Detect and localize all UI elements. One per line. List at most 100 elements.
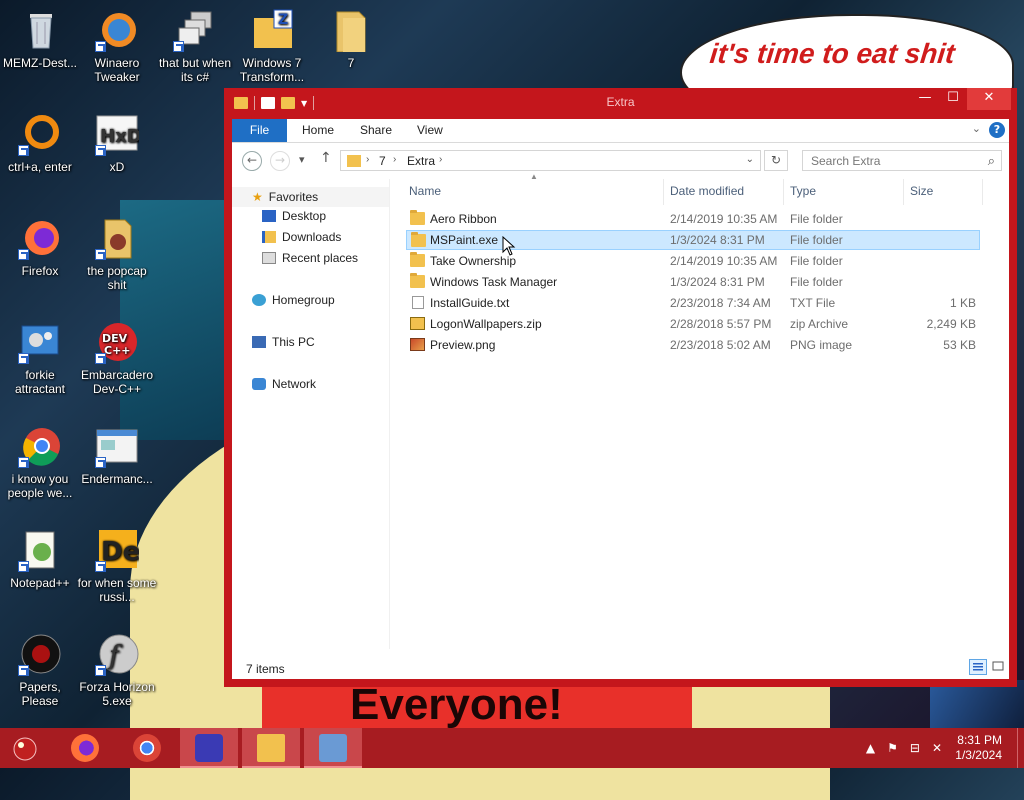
taskbar-settings[interactable] xyxy=(180,728,238,768)
window-title: Extra xyxy=(606,95,635,109)
show-desktop-button[interactable] xyxy=(1017,728,1024,768)
details-view-button[interactable] xyxy=(969,659,987,675)
desktop-icon[interactable]: MEMZ-Dest... xyxy=(0,8,80,70)
show-hidden-icons-icon[interactable]: ▲ xyxy=(866,741,875,755)
chevron-down-icon[interactable]: ⌄ xyxy=(746,154,754,165)
desktop-icon[interactable]: that but when its c# xyxy=(155,8,235,84)
column-divider[interactable] xyxy=(982,179,983,205)
desktop-icon[interactable]: f Forza Horizon 5.exe xyxy=(77,632,157,708)
folder-icon xyxy=(410,210,425,225)
breadcrumb-item[interactable]: 7 xyxy=(379,154,386,168)
column-divider[interactable] xyxy=(903,179,904,205)
large-icons-view-button[interactable] xyxy=(990,659,1008,675)
column-header-date[interactable]: Date modified xyxy=(670,184,744,198)
nav-item-recent-places[interactable]: Recent places xyxy=(262,251,358,265)
desktop-icon[interactable]: forkie attractant xyxy=(0,320,80,396)
orange-ring-icon xyxy=(18,112,62,156)
column-header-size[interactable]: Size xyxy=(910,184,933,198)
refresh-button[interactable]: ↻ xyxy=(764,150,788,171)
tab-home[interactable]: Home xyxy=(302,119,334,142)
network-icon[interactable]: ⊟ xyxy=(910,741,920,755)
desktop-icon[interactable]: the popcap shit xyxy=(77,216,157,292)
desktop-icon[interactable]: De for when some russi... xyxy=(77,528,157,604)
breadcrumb-item[interactable]: Extra xyxy=(407,154,435,168)
nav-item-network[interactable]: Network xyxy=(252,377,316,391)
file-name: InstallGuide.txt xyxy=(430,296,510,310)
nav-item-homegroup[interactable]: Homegroup xyxy=(252,293,335,307)
notepadpp-icon xyxy=(18,528,62,572)
volume-muted-icon[interactable]: ✕ xyxy=(932,741,942,755)
help-icon[interactable]: ? xyxy=(989,122,1005,138)
desktop-icon[interactable]: DEV C++ Embarcadero Dev-C++ xyxy=(77,320,157,396)
desktop-icon[interactable]: HxD xD xyxy=(77,112,157,174)
chevron-down-icon[interactable]: ⌄ xyxy=(972,122,981,135)
desktop-icon[interactable]: Firefox xyxy=(0,216,80,278)
start-button[interactable] xyxy=(0,728,52,768)
column-header-type[interactable]: Type xyxy=(790,184,816,198)
desktop-icon[interactable]: Winaero Tweaker xyxy=(77,8,157,84)
breadcrumb-arrow[interactable]: › xyxy=(393,154,396,165)
search-input[interactable]: Search Extra ⌕ xyxy=(802,150,1002,171)
desktop-icon[interactable]: Z Windows 7 Transform... xyxy=(232,8,312,84)
taskbar-chrome[interactable] xyxy=(118,728,176,768)
content-area: ★ Favorites Desktop Downloads Recent pla… xyxy=(232,172,1009,679)
file-row[interactable]: Preview.png 2/23/2018 5:02 AM PNG image … xyxy=(406,335,980,355)
up-button[interactable]: ↑ xyxy=(320,150,332,166)
file-row[interactable]: InstallGuide.txt 2/23/2018 7:34 AM TXT F… xyxy=(406,293,980,313)
file-date: 2/23/2018 7:34 AM xyxy=(670,296,771,310)
column-divider[interactable] xyxy=(663,179,664,205)
breadcrumb-arrow[interactable]: › xyxy=(366,154,369,165)
window-app-icon xyxy=(95,424,139,468)
desktop-icon[interactable]: ctrl+a, enter xyxy=(0,112,80,174)
taskbar-file-explorer[interactable] xyxy=(242,728,300,768)
title-bar[interactable]: ▼ Extra — ☐ ✕ xyxy=(224,88,1017,118)
tab-file[interactable]: File xyxy=(232,119,287,142)
nav-item-downloads[interactable]: Downloads xyxy=(262,230,341,244)
breadcrumb-arrow[interactable]: › xyxy=(439,154,442,165)
file-row[interactable]: MSPaint.exe 1/3/2024 8:31 PM File folder xyxy=(406,230,980,250)
back-button[interactable]: ← xyxy=(242,151,262,171)
column-header-name[interactable]: Name xyxy=(409,184,441,198)
desktop-icon[interactable]: Notepad++ xyxy=(0,528,80,590)
forward-button[interactable]: → xyxy=(270,151,290,171)
desktop-icon[interactable]: Endermanc... xyxy=(77,424,157,486)
taskbar-control-panel[interactable] xyxy=(304,728,362,768)
system-clock[interactable]: 8:31 PM 1/3/2024 xyxy=(955,733,1002,763)
desktop-icon[interactable]: 7 xyxy=(311,8,391,70)
recent-locations-button[interactable]: ▾ xyxy=(299,153,305,166)
tab-share[interactable]: Share xyxy=(360,119,392,142)
desktop-icon[interactable]: i know you people we... xyxy=(0,424,80,500)
desktop-icon-label: 7 xyxy=(347,56,355,70)
file-size: 2,249 KB xyxy=(926,317,976,331)
network-icon xyxy=(252,378,266,390)
nav-item-favorites[interactable]: ★ Favorites xyxy=(232,187,389,207)
close-button[interactable]: ✕ xyxy=(967,88,1011,110)
file-row[interactable]: Aero Ribbon 2/14/2019 10:35 AM File fold… xyxy=(406,209,980,229)
folder-icon xyxy=(347,155,361,167)
file-row[interactable]: Take Ownership 2/14/2019 10:35 AM File f… xyxy=(406,251,980,271)
svg-text:Z: Z xyxy=(278,12,288,28)
file-type: TXT File xyxy=(790,296,836,310)
nav-item-this-pc[interactable]: This PC xyxy=(252,335,315,349)
taskbar-firefox[interactable] xyxy=(56,728,114,768)
desktop-icon-label: i know you people we... xyxy=(7,472,73,500)
start-orb-icon xyxy=(13,737,37,761)
maximize-button[interactable]: ☐ xyxy=(939,88,967,110)
item-count: 7 items xyxy=(246,662,285,676)
flag-icon[interactable]: ⚑ xyxy=(887,741,898,755)
nav-item-desktop[interactable]: Desktop xyxy=(262,209,326,223)
file-row[interactable]: Windows Task Manager 1/3/2024 8:31 PM Fi… xyxy=(406,272,980,292)
address-bar[interactable]: › 7 › Extra › ⌄ xyxy=(340,150,761,171)
explorer-window[interactable]: ▼ Extra — ☐ ✕ File Home Share View ⌄ ? ←… xyxy=(224,88,1017,687)
minimize-button[interactable]: — xyxy=(911,88,939,110)
desktop-icon-label: for when some russi... xyxy=(77,576,157,604)
column-divider[interactable] xyxy=(783,179,784,205)
chrome-icon xyxy=(18,424,62,468)
folder-icon xyxy=(411,232,426,247)
desktop-icon[interactable]: Papers, Please xyxy=(0,632,80,708)
file-row[interactable]: LogonWallpapers.zip 2/28/2018 5:57 PM zi… xyxy=(406,314,980,334)
file-date: 2/14/2019 10:35 AM xyxy=(670,254,778,268)
chrome-icon xyxy=(133,734,161,762)
tab-view[interactable]: View xyxy=(417,119,443,142)
image-file-icon xyxy=(410,338,425,351)
